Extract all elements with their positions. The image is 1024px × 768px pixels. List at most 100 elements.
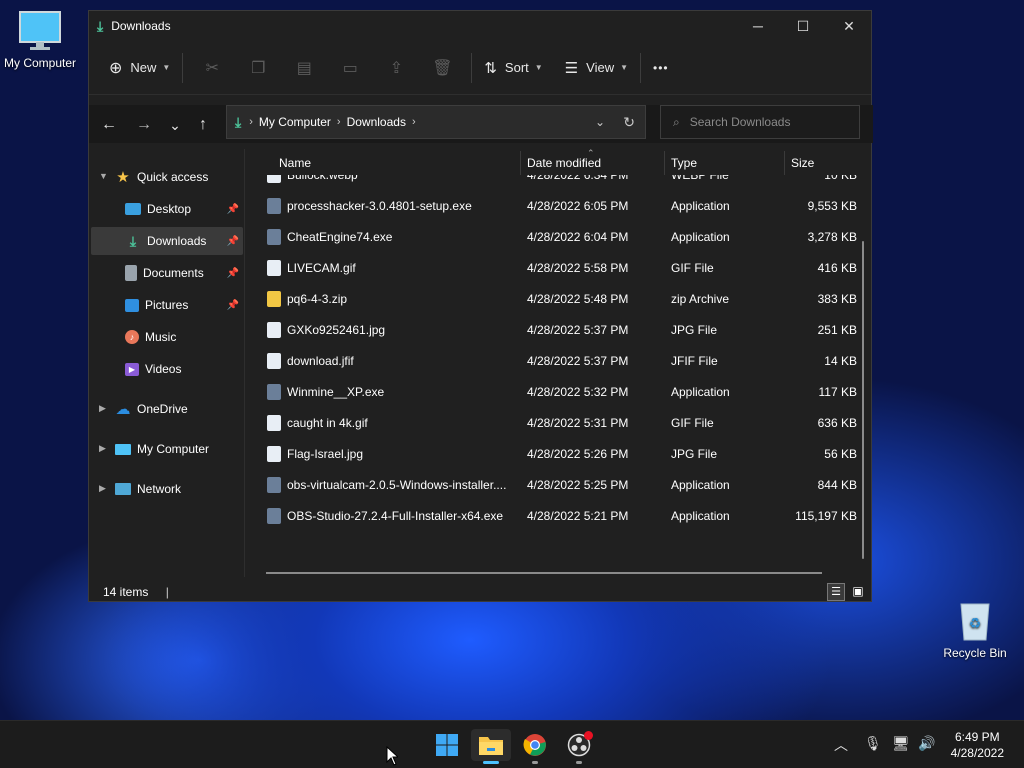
paste-button[interactable]: ▤	[281, 51, 327, 85]
search-placeholder: Search Downloads	[689, 115, 791, 129]
delete-button[interactable]: 🗑	[419, 51, 465, 85]
view-button[interactable]: ☰ View ▼	[559, 51, 634, 85]
sidebar-item-onedrive[interactable]: ☁ OneDrive	[115, 395, 243, 423]
cut-button[interactable]: ✂	[189, 51, 235, 85]
sidebar-item-downloads[interactable]: ⤓ Downloads 📌	[91, 227, 243, 255]
music-icon: ♪	[125, 330, 139, 344]
table-row[interactable]: OBS-Studio-27.2.4-Full-Installer-x64.exe…	[247, 500, 867, 531]
download-arrow-icon: ⤓	[97, 17, 104, 34]
search-icon: ⌕	[673, 114, 680, 129]
back-button[interactable]: ←	[95, 113, 123, 137]
sidebar-item-network[interactable]: Network	[115, 475, 243, 503]
sidebar-item-quick-access[interactable]: ★ Quick access	[115, 163, 243, 191]
file-type: Application	[671, 385, 730, 399]
table-row[interactable]: GXKo9252461.jpg 4/28/2022 5:37 PM JPG File…	[247, 314, 867, 345]
address-bar[interactable]: ⤓ › My Computer › Downloads › ⌄ ↻	[226, 105, 646, 139]
expand-chevron-icon[interactable]: ▼	[99, 171, 108, 181]
file-name: CheatEngine74.exe	[287, 230, 393, 244]
file-date: 4/28/2022 5:26 PM	[527, 447, 629, 461]
close-button[interactable]: ✕	[826, 11, 872, 41]
vertical-scrollbar[interactable]	[862, 241, 864, 559]
table-row[interactable]: processhacker-3.0.4801-setup.exe 4/28/202…	[247, 190, 867, 221]
details-view-button[interactable]: ☰	[827, 583, 845, 601]
maximize-button[interactable]: ☐	[780, 11, 826, 41]
address-history-dropdown[interactable]: ⌄	[595, 115, 605, 129]
sidebar-item-pictures[interactable]: Pictures 📌	[91, 291, 243, 319]
file-name: processhacker-3.0.4801-setup.exe	[287, 199, 472, 213]
file-date: 4/28/2022 5:31 PM	[527, 416, 629, 430]
table-row[interactable]: Winmine__XP.exe 4/28/2022 5:32 PM Applicat…	[247, 376, 867, 407]
microphone-icon[interactable]: 🎙	[864, 735, 882, 752]
navigation-pane: ▼ ★ Quick access Desktop 📌 ⤓ Downloads 📌…	[89, 149, 245, 577]
network-icon	[115, 483, 131, 495]
breadcrumb-separator-icon: ›	[249, 116, 253, 128]
sort-button[interactable]: ⇅ Sort ▼	[478, 51, 548, 85]
file-size: 14 KB	[824, 354, 857, 368]
table-row[interactable]: caught in 4k.gif 4/28/2022 5:31 PM GIF Fil…	[247, 407, 867, 438]
start-button[interactable]	[427, 729, 467, 761]
desktop-icon-my-computer[interactable]: My Computer	[0, 10, 80, 70]
network-status-icon[interactable]: 🖥	[892, 735, 910, 752]
recent-locations-button[interactable]: ⌄	[161, 113, 189, 137]
share-button[interactable]: ⇪	[373, 51, 419, 85]
file-type: JPG File	[671, 447, 718, 461]
copy-button[interactable]: ❐	[235, 51, 281, 85]
tiles-view-button[interactable]: ▣	[849, 583, 867, 601]
rename-icon: ▭	[342, 59, 358, 77]
file-name: GXKo9252461.jpg	[287, 323, 386, 337]
expand-chevron-icon[interactable]: ▶	[99, 483, 106, 494]
horizontal-scrollbar[interactable]	[266, 572, 822, 574]
rename-button[interactable]: ▭	[327, 51, 373, 85]
sidebar-item-videos[interactable]: ▶ Videos	[91, 355, 243, 383]
file-name: Flag-Israel.jpg	[287, 447, 364, 461]
minimize-button[interactable]: ─	[735, 11, 781, 41]
chevron-down-icon: ▼	[620, 63, 629, 72]
forward-button[interactable]: →	[130, 113, 158, 137]
item-count: 14 items	[103, 585, 149, 599]
taskbar-chrome[interactable]	[515, 729, 555, 764]
recording-dot-icon	[584, 731, 593, 740]
column-header-name[interactable]: Name	[279, 156, 311, 170]
table-row[interactable]: pq6-4-3.zip 4/28/2022 5:48 PM zip Archive 3…	[247, 283, 867, 314]
desktop-icon-recycle-bin[interactable]: ♻ Recycle Bin	[935, 598, 1015, 660]
toolbar-divider	[182, 52, 184, 83]
refresh-button[interactable]: ↻	[623, 114, 635, 131]
table-row[interactable]: Flag-Israel.jpg 4/28/2022 5:26 PM JPG File…	[247, 438, 867, 469]
volume-icon[interactable]: 🔊	[918, 735, 935, 752]
column-divider[interactable]	[664, 151, 665, 175]
expand-chevron-icon[interactable]: ▶	[99, 403, 106, 414]
sidebar-item-my-computer[interactable]: My Computer	[115, 435, 243, 463]
file-date: 4/28/2022 5:58 PM	[527, 261, 629, 275]
taskbar-obs[interactable]	[559, 729, 599, 764]
file-icon	[267, 291, 281, 307]
table-row[interactable]: CheatEngine74.exe 4/28/2022 6:04 PM Applic…	[247, 221, 867, 252]
table-row[interactable]: download.jfif 4/28/2022 5:37 PM JFIF File 1…	[247, 345, 867, 376]
show-hidden-icons-button[interactable]: ︿	[834, 735, 848, 755]
sidebar-item-music[interactable]: ♪ Music	[91, 323, 243, 351]
sidebar-item-documents[interactable]: Documents 📌	[91, 259, 243, 287]
table-row[interactable]: LIVECAM.gif 4/28/2022 5:58 PM GIF File 416 …	[247, 252, 867, 283]
taskbar-file-explorer[interactable]	[471, 729, 511, 764]
pictures-icon	[125, 298, 139, 312]
column-divider[interactable]	[520, 151, 521, 175]
search-input[interactable]: ⌕ Search Downloads	[660, 105, 860, 139]
breadcrumb-downloads[interactable]: Downloads	[347, 115, 406, 129]
column-header-size[interactable]: Size	[791, 156, 814, 170]
breadcrumb-my-computer[interactable]: My Computer	[259, 115, 331, 129]
column-divider[interactable]	[784, 151, 785, 175]
clock[interactable]: 6:49 PM 4/28/2022	[951, 729, 1004, 761]
sort-label: Sort	[504, 60, 529, 75]
file-type: JFIF File	[671, 354, 718, 368]
file-size: 117 KB	[818, 385, 857, 399]
file-size: 251 KB	[817, 323, 857, 337]
table-row[interactable]: obs-virtualcam-2.0.5-Windows-installer..…	[247, 469, 867, 500]
expand-chevron-icon[interactable]: ▶	[99, 443, 106, 454]
sidebar-item-desktop[interactable]: Desktop 📌	[91, 195, 243, 223]
column-header-type[interactable]: Type	[671, 156, 697, 170]
sidebar-label: Music	[145, 330, 177, 344]
more-options-button[interactable]: •••	[647, 51, 675, 85]
column-header-date[interactable]: Date modified	[527, 156, 601, 170]
new-button[interactable]: ⊕ New ▼	[103, 51, 176, 85]
up-button[interactable]: ↑	[189, 113, 217, 137]
breadcrumb-separator-icon: ›	[336, 116, 341, 128]
